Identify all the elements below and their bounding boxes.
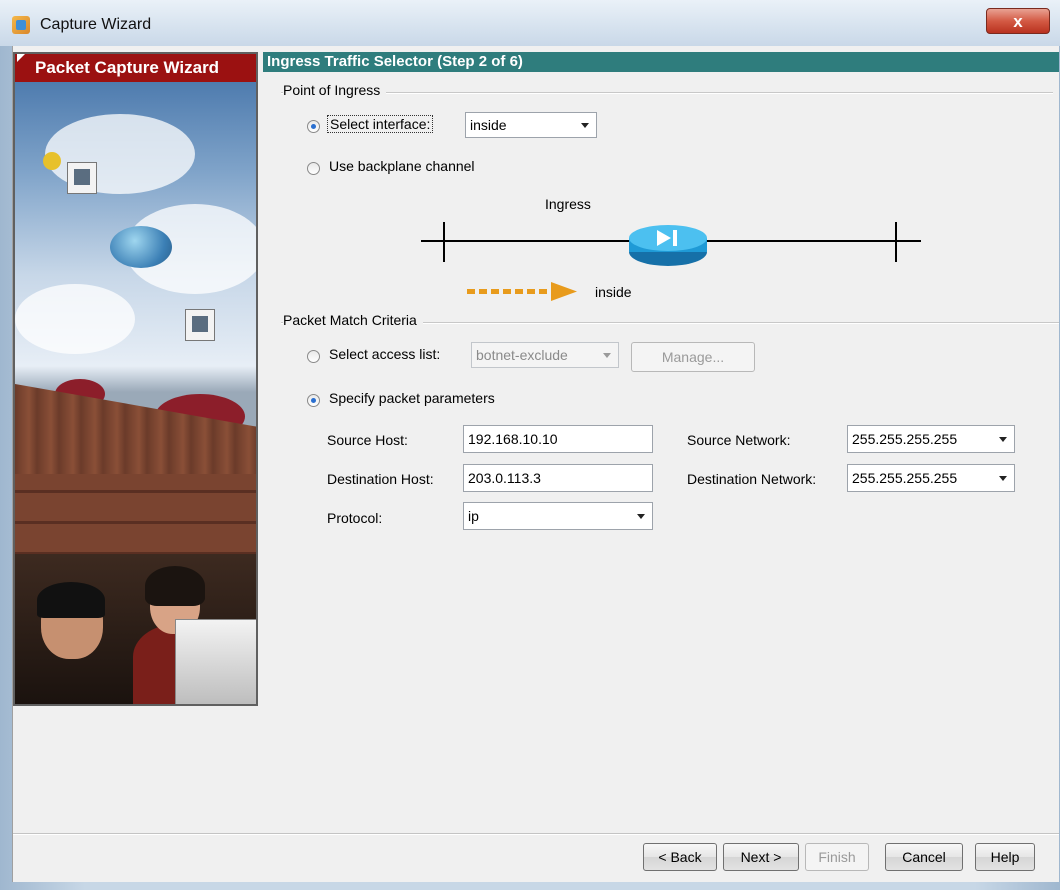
chevron-down-icon — [603, 353, 611, 358]
destination-network-dropdown[interactable]: 255.255.255.255 — [847, 464, 1015, 492]
capture-wizard-window: Capture Wizard x Packet Capture Wizard I… — [0, 0, 1060, 890]
cloud-shape — [15, 284, 135, 354]
destination-host-input[interactable]: 203.0.113.3 — [463, 464, 653, 492]
chevron-down-icon — [999, 476, 1007, 481]
interface-dropdown[interactable]: inside — [465, 112, 597, 138]
banner-title: Packet Capture Wizard — [15, 54, 256, 82]
pc-icon — [67, 162, 97, 194]
source-network-dropdown[interactable]: 255.255.255.255 — [847, 425, 1015, 453]
source-network-label: Source Network: — [687, 432, 791, 448]
protocol-dropdown[interactable]: ip — [463, 502, 653, 530]
chevron-down-icon — [581, 123, 589, 128]
manage-button[interactable]: Manage... — [631, 342, 755, 372]
router-icon — [110, 226, 172, 268]
diagram-direction-label: inside — [595, 284, 632, 300]
chevron-down-icon — [637, 514, 645, 519]
close-button[interactable]: x — [986, 8, 1050, 34]
interface-value: inside — [470, 117, 507, 133]
wizard-client-area: Packet Capture Wizard Ingress Traffic Se… — [12, 46, 1059, 882]
select-access-list-label[interactable]: Select access list: — [329, 346, 440, 362]
specify-packet-parameters-label[interactable]: Specify packet parameters — [329, 390, 495, 406]
specify-packet-parameters-radio[interactable] — [307, 394, 320, 407]
destination-network-label: Destination Network: — [687, 471, 817, 487]
next-button[interactable]: Next > — [723, 843, 799, 871]
select-interface-label[interactable]: Select interface: — [327, 115, 434, 133]
protocol-value: ip — [468, 508, 479, 524]
badge-icon — [43, 152, 61, 170]
button-bar-divider — [13, 833, 1059, 835]
source-host-label: Source Host: — [327, 432, 408, 448]
diagram-title: Ingress — [545, 196, 591, 212]
cancel-button[interactable]: Cancel — [885, 843, 963, 871]
destination-network-value: 255.255.255.255 — [852, 470, 958, 486]
finish-button[interactable]: Finish — [805, 843, 869, 871]
destination-host-label: Destination Host: — [327, 471, 434, 487]
title-bar[interactable]: Capture Wizard x — [0, 0, 1060, 46]
back-button[interactable]: < Back — [643, 843, 717, 871]
source-network-value: 255.255.255.255 — [852, 431, 958, 447]
diagram-endpoint-tick — [443, 222, 445, 262]
chevron-down-icon — [999, 437, 1007, 442]
person-shape — [37, 582, 105, 618]
access-list-value: botnet-exclude — [476, 347, 568, 363]
group-divider — [281, 92, 1053, 94]
packet-match-criteria-title: Packet Match Criteria — [283, 312, 423, 328]
point-of-ingress-title: Point of Ingress — [283, 82, 387, 98]
backplane-channel-label[interactable]: Use backplane channel — [329, 158, 475, 174]
source-host-input[interactable]: 192.168.10.10 — [463, 425, 653, 453]
person-shape — [145, 566, 205, 606]
wizard-banner-image: Packet Capture Wizard — [13, 52, 258, 706]
pc-icon — [185, 309, 215, 341]
window-title: Capture Wizard — [40, 16, 152, 33]
protocol-label: Protocol: — [327, 510, 383, 526]
access-list-dropdown[interactable]: botnet-exclude — [471, 342, 619, 368]
router-icon — [629, 225, 707, 266]
ingress-direction-arrow-icon — [467, 282, 577, 301]
step-header: Ingress Traffic Selector (Step 2 of 6) — [263, 52, 1059, 72]
monitor-shape — [175, 619, 256, 704]
select-access-list-radio[interactable] — [307, 350, 320, 363]
backplane-channel-radio[interactable] — [307, 162, 320, 175]
select-interface-radio[interactable] — [307, 120, 320, 133]
diagram-endpoint-tick — [895, 222, 897, 262]
help-button[interactable]: Help — [975, 843, 1035, 871]
app-icon — [12, 16, 30, 34]
